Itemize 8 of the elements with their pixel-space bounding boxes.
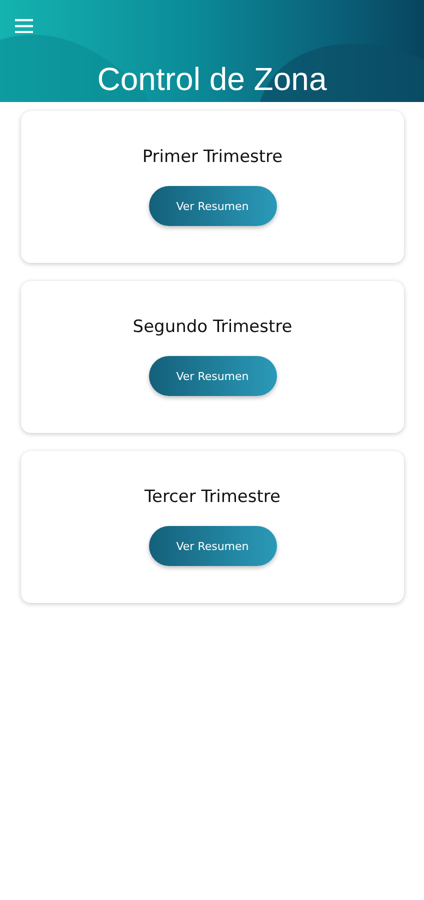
menu-icon[interactable] (15, 18, 33, 33)
page-title: Control de Zona (97, 61, 327, 98)
view-summary-button[interactable]: Ver Resumen (148, 356, 276, 396)
view-summary-button[interactable]: Ver Resumen (148, 526, 276, 566)
view-summary-button[interactable]: Ver Resumen (148, 186, 276, 226)
card-title: Primer Trimestre (142, 147, 283, 167)
card-title: Tercer Trimestre (144, 487, 280, 507)
card-title: Segundo Trimestre (132, 317, 292, 337)
